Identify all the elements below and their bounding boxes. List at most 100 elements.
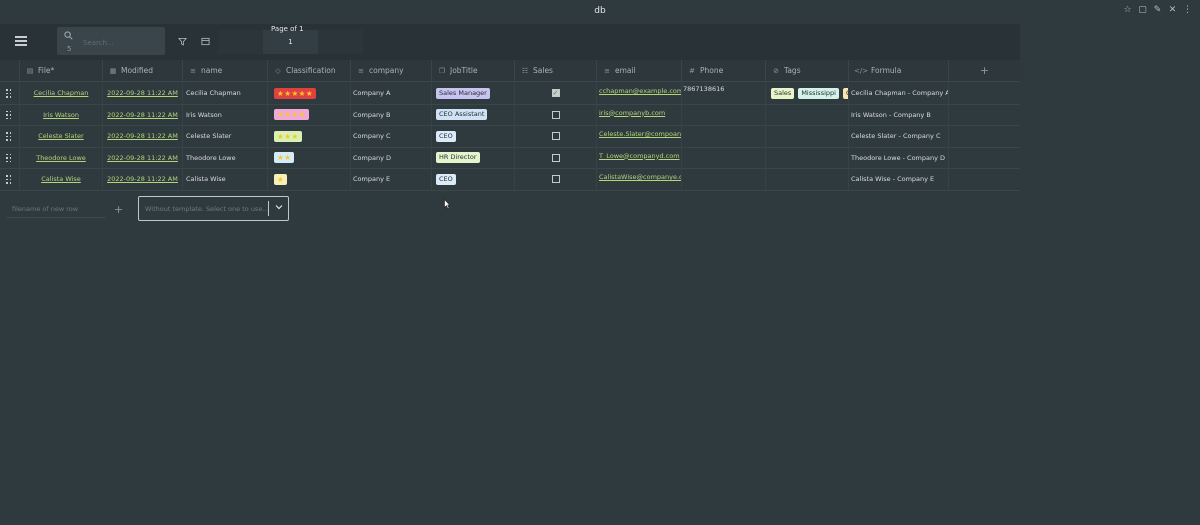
more-icon[interactable]: ⋮ <box>1183 6 1192 15</box>
tags-cell[interactable] <box>766 126 849 147</box>
name-cell[interactable]: Theodore Lowe <box>183 147 268 169</box>
search-box[interactable]: 5 Search... <box>57 27 165 55</box>
modified-cell[interactable]: 2022-09-28 11:22 AM <box>103 104 183 126</box>
name-cell[interactable]: Celeste Slater <box>183 126 268 147</box>
sales-cell[interactable] <box>515 169 597 190</box>
tags-cell[interactable] <box>766 104 849 126</box>
jobtitle-tag[interactable]: Sales Manager <box>436 87 490 99</box>
modified-link[interactable]: 2022-09-28 11:22 AM <box>107 175 178 183</box>
sales-cell[interactable] <box>515 147 597 169</box>
jobtitle-tag[interactable]: HR Director <box>436 152 480 163</box>
rating-stars[interactable]: ★★★★ <box>274 109 309 120</box>
hamburger-menu-icon[interactable] <box>15 36 27 46</box>
modified-cell[interactable]: 2022-09-28 11:22 AM <box>103 83 183 104</box>
name-cell[interactable]: Iris Watson <box>183 104 268 126</box>
rating-stars[interactable]: ★ <box>274 173 288 185</box>
email-cell[interactable]: iris@companyb.com <box>597 104 682 126</box>
header-jobtitle[interactable]: ❐ JobTitle <box>432 60 515 82</box>
rating-stars[interactable]: ★★ <box>274 152 295 163</box>
modified-link[interactable]: 2022-09-28 11:22 AM <box>107 132 178 140</box>
file-link[interactable]: Cecilia Chapman <box>34 89 89 97</box>
header-company[interactable]: ≡ company <box>351 60 432 82</box>
classification-cell[interactable]: ★ <box>268 169 351 190</box>
sales-checkbox[interactable] <box>551 153 560 162</box>
header-modified[interactable]: ▦ Modified <box>103 60 183 82</box>
sales-checkbox[interactable] <box>551 89 560 97</box>
tags-cell[interactable] <box>766 169 849 190</box>
sales-cell[interactable] <box>515 126 597 147</box>
company-cell[interactable]: Company B <box>351 104 432 126</box>
phone-cell[interactable] <box>682 104 766 126</box>
rating-stars[interactable]: ★★★ <box>274 130 302 142</box>
jobtitle-cell[interactable]: HR Director <box>432 147 515 169</box>
close-icon[interactable]: ✕ <box>1168 6 1177 15</box>
header-file[interactable]: ▤ File* <box>20 60 103 82</box>
file-cell[interactable]: Calista Wise <box>20 169 103 190</box>
edit-icon[interactable]: ✎ <box>1153 6 1162 15</box>
email-cell[interactable]: CalistaWise@companye.com <box>597 169 682 190</box>
email-link[interactable]: cchapman@example.com <box>599 87 681 95</box>
classification-cell[interactable]: ★★★★★ <box>268 83 351 104</box>
page-number-input[interactable]: 1 <box>263 30 318 54</box>
add-row-button[interactable]: + <box>114 203 123 216</box>
table-row[interactable]: Calista Wise 2022-09-28 11:22 AM Calista W… <box>0 169 1020 191</box>
jobtitle-cell[interactable]: CEO Assistant <box>432 104 515 126</box>
document-icon[interactable]: ▢ <box>1138 6 1147 15</box>
classification-cell[interactable]: ★★★★ <box>268 104 351 126</box>
header-tags[interactable]: ⊘ Tags <box>766 60 849 82</box>
email-link[interactable]: Celeste.Slater@compoanyc.c <box>599 130 681 138</box>
sales-checkbox[interactable] <box>551 132 560 140</box>
star-icon[interactable]: ☆ <box>1123 6 1132 15</box>
classification-cell[interactable]: ★★ <box>268 147 351 169</box>
filter-icon[interactable] <box>178 37 187 46</box>
sales-cell[interactable] <box>515 104 597 126</box>
email-link[interactable]: T_Lowe@companyd.com <box>599 152 680 160</box>
modified-cell[interactable]: 2022-09-28 11:22 AM <box>103 126 183 147</box>
archive-icon[interactable] <box>201 37 210 46</box>
template-select[interactable]: Without template. Select one to use... <box>138 196 289 221</box>
phone-cell[interactable] <box>682 147 766 169</box>
phone-cell[interactable] <box>682 169 766 190</box>
phone-cell[interactable] <box>682 126 766 147</box>
email-cell[interactable]: T_Lowe@companyd.com <box>597 147 682 169</box>
drag-handle-icon[interactable] <box>6 153 12 163</box>
add-column-button[interactable]: + <box>949 60 1020 82</box>
file-cell[interactable]: Iris Watson <box>20 104 103 126</box>
tags-cell[interactable] <box>766 147 849 169</box>
jobtitle-tag[interactable]: CEO <box>436 130 456 142</box>
header-formula[interactable]: </> Formula <box>849 60 949 82</box>
tag-chip[interactable]: Sales <box>771 87 795 99</box>
modified-cell[interactable]: 2022-09-28 11:22 AM <box>103 169 183 190</box>
company-cell[interactable]: Company C <box>351 126 432 147</box>
tag-chip[interactable]: Mississippi <box>798 87 839 99</box>
file-link[interactable]: Calista Wise <box>41 175 81 183</box>
header-name[interactable]: ≡ name <box>183 60 268 82</box>
file-link[interactable]: Celeste Slater <box>38 132 83 140</box>
classification-cell[interactable]: ★★★ <box>268 126 351 147</box>
jobtitle-cell[interactable]: CEO <box>432 169 515 190</box>
modified-link[interactable]: 2022-09-28 11:22 AM <box>107 154 178 162</box>
jobtitle-tag[interactable]: CEO <box>436 173 456 185</box>
email-link[interactable]: CalistaWise@companye.com <box>599 173 681 181</box>
sales-checkbox[interactable] <box>551 175 560 183</box>
modified-cell[interactable]: 2022-09-28 11:22 AM <box>103 147 183 169</box>
modified-link[interactable]: 2022-09-28 11:22 AM <box>107 111 178 119</box>
sales-checkbox[interactable] <box>551 110 560 119</box>
table-row[interactable]: Iris Watson 2022-09-28 11:22 AM Iris Watso… <box>0 104 1020 126</box>
email-link[interactable]: iris@companyb.com <box>599 109 665 117</box>
jobtitle-tag[interactable]: CEO Assistant <box>436 109 488 120</box>
drag-handle-icon[interactable] <box>6 110 12 120</box>
header-classification[interactable]: ◇ Classification <box>268 60 351 82</box>
company-cell[interactable]: Company A <box>351 83 432 104</box>
table-row[interactable]: Theodore Lowe 2022-09-28 11:22 AM Theodore… <box>0 147 1020 169</box>
rating-stars[interactable]: ★★★★★ <box>274 87 317 99</box>
jobtitle-cell[interactable]: Sales Manager <box>432 83 515 104</box>
file-cell[interactable]: Celeste Slater <box>20 126 103 147</box>
header-sales[interactable]: ☷ Sales <box>515 60 597 82</box>
modified-link[interactable]: 2022-09-28 11:22 AM <box>107 89 178 97</box>
phone-cell[interactable]: 7867138616 <box>682 83 766 104</box>
new-row-filename-field[interactable]: filename of new row <box>6 200 106 218</box>
header-phone[interactable]: # Phone <box>682 60 766 82</box>
table-row[interactable]: Cecilia Chapman 2022-09-28 11:22 AM Cecili… <box>0 83 1020 105</box>
file-cell[interactable]: Cecilia Chapman <box>20 83 103 104</box>
